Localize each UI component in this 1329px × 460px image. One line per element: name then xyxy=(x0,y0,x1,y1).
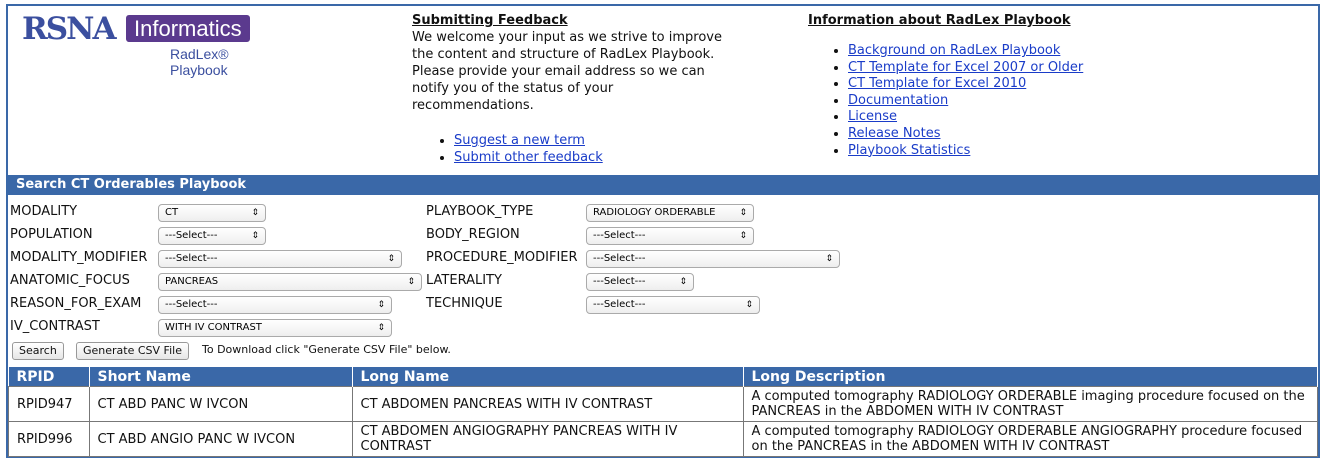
modality-value: CT xyxy=(165,207,179,218)
table-row[interactable]: RPID996 CT ABD ANGIO PANC W IVCON CT ABD… xyxy=(8,421,1318,457)
feedback-title: Submitting Feedback xyxy=(412,13,568,28)
info-section: Information about RadLex Playbook Backgr… xyxy=(808,12,1248,159)
modality-modifier-select[interactable]: ---Select--- ⇕ xyxy=(158,250,402,268)
select-arrows-icon: ⇕ xyxy=(377,300,385,310)
modality-select[interactable]: CT ⇕ xyxy=(158,204,266,222)
select-arrows-icon: ⇕ xyxy=(825,254,833,264)
select-arrows-icon: ⇕ xyxy=(407,277,415,287)
info-title: Information about RadLex Playbook xyxy=(808,13,1071,28)
feedback-text-line: notify you of the status of your xyxy=(412,81,614,96)
body-region-label: BODY_REGION xyxy=(426,227,520,242)
select-arrows-icon: ⇕ xyxy=(745,300,753,310)
col-header-short-name[interactable]: Short Name xyxy=(89,367,353,387)
playbook-statistics-link[interactable]: Playbook Statistics xyxy=(848,143,970,158)
col-header-long-description[interactable]: Long Description xyxy=(743,367,1318,387)
release-notes-link[interactable]: Release Notes xyxy=(848,126,940,141)
playbook-type-select[interactable]: RADIOLOGY ORDERABLE ⇕ xyxy=(586,204,754,222)
modality-modifier-label: MODALITY_MODIFIER xyxy=(10,250,148,265)
modality-label: MODALITY xyxy=(10,204,78,219)
feedback-text-line: We welcome your input as we strive to im… xyxy=(412,30,722,45)
feedback-text-line: the content and structure of RadLex Play… xyxy=(412,47,715,62)
anatomic-focus-value: PANCREAS xyxy=(165,276,219,287)
rsna-informatics-logo[interactable]: RSNA Informatics RadLex® Playbook xyxy=(22,11,284,78)
suggest-term-link[interactable]: Suggest a new term xyxy=(454,133,585,148)
modality-modifier-value: ---Select--- xyxy=(165,253,218,264)
select-arrows-icon: ⇕ xyxy=(739,231,747,241)
body-region-select[interactable]: ---Select--- ⇕ xyxy=(586,227,754,245)
population-select[interactable]: ---Select--- ⇕ xyxy=(158,227,266,245)
procedure-modifier-value: ---Select--- xyxy=(593,253,646,264)
laterality-value: ---Select--- xyxy=(593,276,646,287)
anatomic-focus-label: ANATOMIC_FOCUS xyxy=(10,273,130,288)
technique-select[interactable]: ---Select--- ⇕ xyxy=(586,296,760,314)
submit-feedback-link[interactable]: Submit other feedback xyxy=(454,150,603,165)
long-name-cell: CT ABDOMEN PANCREAS WITH IV CONTRAST xyxy=(351,386,744,422)
long-name-cell: CT ABDOMEN ANGIOGRAPHY PANCREAS WITH IV … xyxy=(351,421,744,457)
table-row[interactable]: RPID947 CT ABD PANC W IVCON CT ABDOMEN P… xyxy=(8,386,1318,422)
technique-label: TECHNIQUE xyxy=(426,296,503,311)
population-value: ---Select--- xyxy=(165,230,218,241)
info-links: Background on RadLex Playbook CT Templat… xyxy=(808,43,1248,159)
rpid-cell: RPID996 xyxy=(8,421,90,457)
population-label: POPULATION xyxy=(10,227,93,242)
feedback-text-line: Please provide your email address so we … xyxy=(412,64,705,79)
reason-for-exam-value: ---Select--- xyxy=(165,299,218,310)
select-arrows-icon: ⇕ xyxy=(377,323,385,333)
license-link[interactable]: License xyxy=(848,109,897,124)
laterality-label: LATERALITY xyxy=(426,273,502,288)
results-table: RPID Short Name Long Name Long Descripti… xyxy=(8,367,1318,457)
body-region-value: ---Select--- xyxy=(593,230,646,241)
search-section-header: Search CT Orderables Playbook xyxy=(8,175,1318,195)
anatomic-focus-select[interactable]: PANCREAS ⇕ xyxy=(158,273,422,291)
select-arrows-icon: ⇕ xyxy=(251,231,259,241)
logo-subtitle: RadLex® Playbook xyxy=(170,46,229,78)
col-header-rpid[interactable]: RPID xyxy=(8,367,90,387)
iv-contrast-select[interactable]: WITH IV CONTRAST ⇕ xyxy=(158,319,392,337)
playbook-type-value: RADIOLOGY ORDERABLE xyxy=(593,207,716,218)
technique-value: ---Select--- xyxy=(593,299,646,310)
reason-for-exam-label: REASON_FOR_EXAM xyxy=(10,296,142,311)
documentation-link[interactable]: Documentation xyxy=(848,93,948,108)
feedback-links: Suggest a new term Submit other feedback xyxy=(412,132,772,166)
generate-csv-button[interactable]: Generate CSV File xyxy=(76,342,189,360)
search-button[interactable]: Search xyxy=(12,342,64,360)
laterality-select[interactable]: ---Select--- ⇕ xyxy=(586,273,694,291)
feedback-text-line: recommendations. xyxy=(412,98,534,113)
ct-template-2007-link[interactable]: CT Template for Excel 2007 or Older xyxy=(848,60,1083,75)
short-name-cell: CT ABD ANGIO PANC W IVCON xyxy=(88,421,353,457)
select-arrows-icon: ⇕ xyxy=(679,277,687,287)
logo-rsna-text: RSNA xyxy=(22,11,117,47)
short-name-cell: CT ABD PANC W IVCON xyxy=(88,386,353,422)
download-note: To Download click "Generate CSV File" be… xyxy=(202,343,451,356)
ct-template-2010-link[interactable]: CT Template for Excel 2010 xyxy=(848,76,1026,91)
feedback-section: Submitting Feedback We welcome your inpu… xyxy=(412,12,772,166)
iv-contrast-value: WITH IV CONTRAST xyxy=(165,322,262,333)
logo-informatics-badge: Informatics xyxy=(126,15,250,42)
iv-contrast-label: IV_CONTRAST xyxy=(10,319,100,334)
select-arrows-icon: ⇕ xyxy=(251,208,259,218)
playbook-type-label: PLAYBOOK_TYPE xyxy=(426,204,534,219)
long-description-cell: A computed tomography RADIOLOGY ORDERABL… xyxy=(742,421,1318,457)
long-description-cell: A computed tomography RADIOLOGY ORDERABL… xyxy=(742,386,1318,422)
results-header-row: RPID Short Name Long Name Long Descripti… xyxy=(8,367,1318,387)
procedure-modifier-label: PROCEDURE_MODIFIER xyxy=(426,250,578,265)
procedure-modifier-select[interactable]: ---Select--- ⇕ xyxy=(586,250,840,268)
background-link[interactable]: Background on RadLex Playbook xyxy=(848,43,1060,58)
select-arrows-icon: ⇕ xyxy=(739,208,747,218)
select-arrows-icon: ⇕ xyxy=(387,254,395,264)
rpid-cell: RPID947 xyxy=(8,386,90,422)
col-header-long-name[interactable]: Long Name xyxy=(352,367,744,387)
reason-for-exam-select[interactable]: ---Select--- ⇕ xyxy=(158,296,392,314)
